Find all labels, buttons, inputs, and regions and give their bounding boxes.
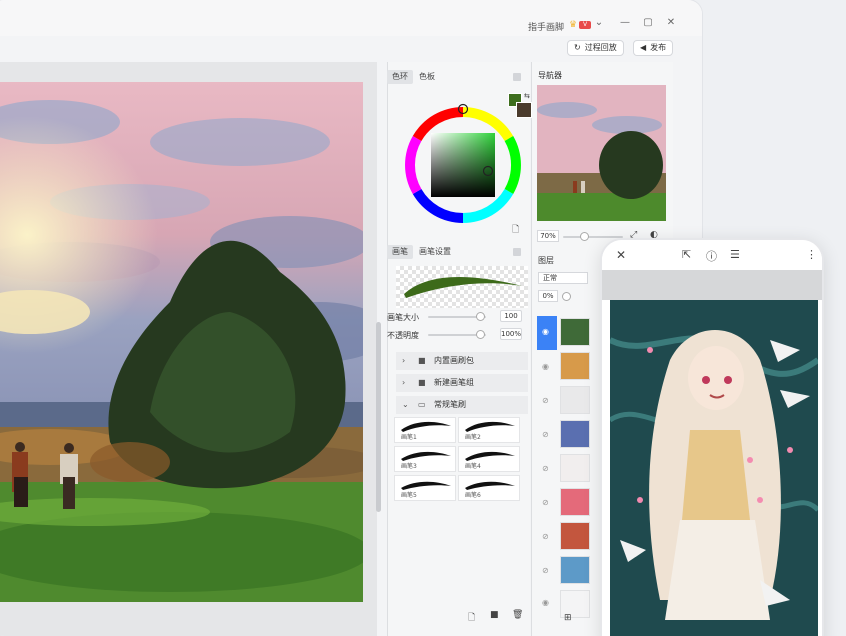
zoom-knob[interactable] [580,232,589,241]
send-icon: ◀ [640,43,647,52]
layer-thumbnail[interactable] [560,488,590,516]
app-name: 指手画脚 [528,23,565,33]
adjust-icon[interactable]: ☰ [730,248,740,261]
phone-canvas-margin [602,270,822,300]
folder-icon[interactable]: ■ [490,610,499,620]
phone-device: ✕ ⇱ ⓘ ☰ ⋮ [600,238,824,636]
swap-colors-icon[interactable]: ⇆ [524,92,530,100]
tool-panel: 色环 色板 🗋 画笔 画笔设置 画笔大小 100 不透明度 100% › ■ 内… [387,62,530,636]
screen: 指手画脚 ♛ V ⌄ — ▢ ✕ ↻ 过程回放 ◀ 发布 色环 色板 🗋 画笔 … [0,0,846,636]
phone-toolbar: ✕ ⇱ ⓘ ☰ ⋮ [602,240,822,270]
folder-builtin-brushes[interactable]: › ■ 内置画刷包 [396,352,528,370]
document-icon[interactable]: 🗋 [512,222,519,238]
chevron-down-icon: ⌄ [402,400,409,409]
eye-icon[interactable]: ◉ [542,362,549,371]
layer-thumbnail[interactable] [560,420,590,448]
brush-size-value[interactable]: 100 [500,310,522,322]
opacity-knob[interactable] [476,330,486,339]
layer-opacity-knob[interactable] [562,292,571,301]
background-color-swatch[interactable] [516,102,532,118]
navigator-title: 导航器 [538,71,562,80]
folder-icon: ■ [418,378,426,387]
vip-badge: V [579,21,591,29]
zoom-level[interactable]: 70% [537,230,559,242]
eye-off-icon[interactable]: ⊘ [542,566,549,575]
eye-icon[interactable]: ◉ [542,598,549,607]
phone-artwork[interactable] [610,300,818,636]
brush-size-label: 画笔大小 [387,313,419,322]
layers-title: 图层 [538,256,554,265]
eye-off-icon[interactable]: ⊘ [542,430,549,439]
folder-new-brush-group[interactable]: › ■ 新建画笔组 [396,374,528,392]
opacity-label: 不透明度 [387,331,419,340]
eye-off-icon[interactable]: ⊘ [542,396,549,405]
more-icon[interactable]: ⋮ [806,248,817,261]
zoom-slider[interactable] [563,236,623,238]
brush-item[interactable]: 画笔5 [394,475,456,501]
crown-icon: ♛ [569,20,578,30]
tab-color-wheel[interactable]: 色环 [387,70,413,84]
folder-icon: ■ [418,356,426,365]
navigator-preview[interactable] [537,85,666,221]
folder-label: 内置画刷包 [434,356,474,365]
chevron-down-icon[interactable]: ⌄ [592,16,606,30]
info-icon[interactable]: ⓘ [706,248,717,264]
layer-thumbnail[interactable] [560,318,590,346]
chevron-right-icon: › [402,356,406,365]
new-file-icon[interactable]: 🗋 [468,610,475,626]
layer-thumbnail[interactable] [560,352,590,380]
brush-stroke-preview [396,266,528,308]
color-wheel[interactable] [400,102,526,228]
brush-item[interactable]: 画笔2 [458,417,520,443]
brush-size-knob[interactable] [476,312,486,321]
desktop-window: 指手画脚 ♛ V ⌄ — ▢ ✕ ↻ 过程回放 ◀ 发布 色环 色板 🗋 画笔 … [0,0,702,636]
folder-label: 新建画笔组 [434,378,474,387]
add-layer-icon[interactable]: ⊞ [564,613,572,623]
eye-off-icon[interactable]: ⊘ [542,464,549,473]
close-button[interactable]: ✕ [664,16,678,30]
panel-grip-icon[interactable] [513,248,521,256]
folder-open-icon: ▭ [418,400,426,409]
replay-label: 过程回放 [584,43,617,52]
landscape-painting [0,82,363,602]
replay-button[interactable]: ↻ 过程回放 [567,40,624,56]
eye-off-icon[interactable]: ⊘ [542,532,549,541]
maximize-button[interactable]: ▢ [641,16,655,30]
title-bar: 指手画脚 ♛ V ⌄ — ▢ ✕ ↻ 过程回放 ◀ 发布 [0,0,702,56]
selected-layer-marker[interactable]: ◉ [537,316,557,350]
tab-color-palette[interactable]: 色板 [414,70,440,84]
canvas-area[interactable] [0,62,381,636]
close-icon[interactable]: ✕ [616,248,626,262]
layer-thumbnail[interactable] [560,386,590,414]
publish-button[interactable]: ◀ 发布 [633,40,674,56]
folder-label: 常规笔刷 [434,400,466,409]
layer-thumbnail[interactable] [560,522,590,550]
blend-mode-select[interactable]: 正常 [538,272,588,284]
opacity-value[interactable]: 100% [500,328,522,340]
brush-item[interactable]: 画笔4 [458,446,520,472]
brush-item[interactable]: 画笔3 [394,446,456,472]
chevron-right-icon: › [402,378,406,387]
export-icon[interactable]: ⇱ [682,248,691,261]
publish-label: 发布 [650,43,667,52]
minimize-button[interactable]: — [618,16,632,30]
layer-opacity-value[interactable]: 0% [538,290,558,302]
painting-canvas[interactable] [0,82,363,636]
trash-icon[interactable]: 🗑 [512,610,523,620]
replay-icon: ↻ [574,43,581,52]
tab-brush-settings[interactable]: 画笔设置 [414,245,456,259]
tab-brush[interactable]: 画笔 [387,245,413,259]
eye-icon: ◉ [542,327,549,336]
eye-off-icon[interactable]: ⊘ [542,498,549,507]
layer-thumbnail[interactable] [560,454,590,482]
panel-grip-icon[interactable] [513,73,521,81]
layer-thumbnail[interactable] [560,556,590,584]
brush-item[interactable]: 画笔6 [458,475,520,501]
brush-item[interactable]: 画笔1 [394,417,456,443]
folder-regular-brushes[interactable]: ⌄ ▭ 常规笔刷 [396,396,528,414]
canvas-scrollbar[interactable] [376,322,381,512]
